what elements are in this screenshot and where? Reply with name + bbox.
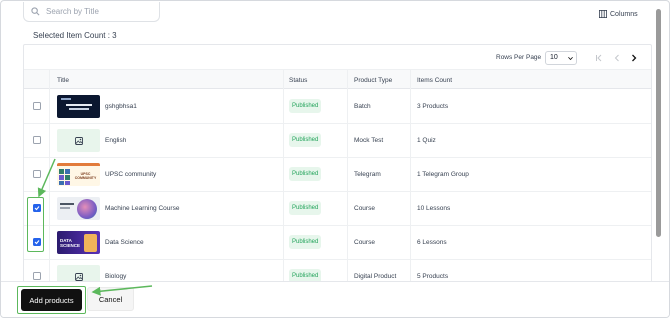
header-product-type: Product Type	[354, 77, 393, 84]
products-table: Rows Per Page 10 Title Status Product Ty…	[23, 44, 652, 289]
product-type: Telegram	[354, 171, 381, 178]
table-row[interactable]: Machine Learning Course Published Course…	[24, 192, 651, 226]
header-title: Title	[57, 77, 70, 84]
image-icon	[74, 136, 83, 145]
add-products-button[interactable]: Add products	[21, 289, 82, 311]
table-row[interactable]: English Published Mock Test 1 Quiz	[24, 124, 651, 158]
rows-per-page-label: Rows Per Page	[496, 54, 542, 61]
upsc-thumb-text: UPSC COMMUNITY	[74, 172, 97, 180]
table-row[interactable]: DATA SCIENCE Data Science Published Cour…	[24, 226, 651, 260]
items-count: 6 Lessons	[417, 239, 447, 246]
product-thumbnail: UPSC COMMUNITY	[57, 163, 100, 186]
items-count: 3 Products	[417, 103, 449, 110]
table-row[interactable]: gshgbhsa1 Published Batch 3 Products	[24, 90, 651, 124]
items-count: 1 Telegram Group	[417, 171, 469, 178]
row-checkbox[interactable]	[33, 272, 41, 280]
product-type: Mock Test	[354, 137, 384, 144]
search-input[interactable]	[46, 7, 146, 16]
next-page-button[interactable]	[629, 53, 639, 63]
product-type: Course	[354, 239, 375, 246]
data-science-thumb-text: DATA SCIENCE	[60, 238, 81, 248]
product-title: gshgbhsa1	[105, 103, 137, 110]
status-badge: Published	[289, 235, 322, 249]
table-row[interactable]: UPSC COMMUNITY UPSC community Published …	[24, 158, 651, 192]
product-title: Data Science	[105, 239, 144, 246]
dialog-footer: Add products Cancel	[1, 281, 669, 317]
table-header: Title Status Product Type Items Count	[24, 70, 651, 89]
product-picker-dialog: Columns Selected Item Count : 3 Rows Per…	[0, 0, 670, 318]
product-title: Machine Learning Course	[105, 205, 180, 212]
product-title: English	[105, 137, 127, 144]
product-type: Batch	[354, 103, 371, 110]
product-thumbnail	[57, 197, 100, 220]
previous-page-button[interactable]	[612, 53, 622, 63]
pagination-bar: Rows Per Page 10	[24, 45, 651, 70]
product-thumbnail	[57, 95, 100, 118]
columns-label: Columns	[610, 10, 638, 18]
product-title: UPSC community	[105, 171, 157, 178]
status-badge: Published	[289, 167, 322, 181]
chevron-left-icon	[614, 54, 619, 62]
search-field[interactable]	[23, 2, 160, 22]
items-count: 5 Products	[417, 273, 449, 280]
columns-icon	[599, 10, 607, 18]
items-count: 1 Quiz	[417, 137, 436, 144]
header-status: Status	[289, 77, 308, 84]
image-icon	[74, 272, 83, 281]
rows-per-page-value: 10	[550, 54, 558, 61]
selected-item-count: Selected Item Count : 3	[33, 31, 117, 40]
product-thumbnail: DATA SCIENCE	[57, 231, 100, 254]
chevron-right-icon	[632, 54, 637, 62]
status-badge: Published	[289, 99, 322, 113]
row-checkbox[interactable]	[33, 170, 41, 178]
status-badge: Published	[289, 133, 322, 147]
search-icon	[31, 7, 40, 16]
chevron-down-icon	[568, 56, 573, 61]
product-thumbnail	[57, 129, 100, 152]
first-page-icon	[596, 54, 602, 62]
product-title: Biology	[105, 273, 127, 280]
checkbox-highlight	[27, 197, 44, 252]
product-type: Course	[354, 205, 375, 212]
rows-per-page-select[interactable]: 10	[545, 51, 577, 65]
row-checkbox[interactable]	[33, 102, 41, 110]
columns-button[interactable]: Columns	[599, 10, 638, 18]
items-count: 10 Lessons	[417, 205, 451, 212]
first-page-button[interactable]	[594, 53, 604, 63]
vertical-scrollbar[interactable]	[656, 9, 661, 237]
product-type: Digital Product	[354, 273, 397, 280]
status-badge: Published	[289, 201, 322, 215]
header-items-count: Items Count	[417, 77, 453, 84]
row-checkbox[interactable]	[33, 136, 41, 144]
cancel-button[interactable]: Cancel	[87, 287, 134, 311]
